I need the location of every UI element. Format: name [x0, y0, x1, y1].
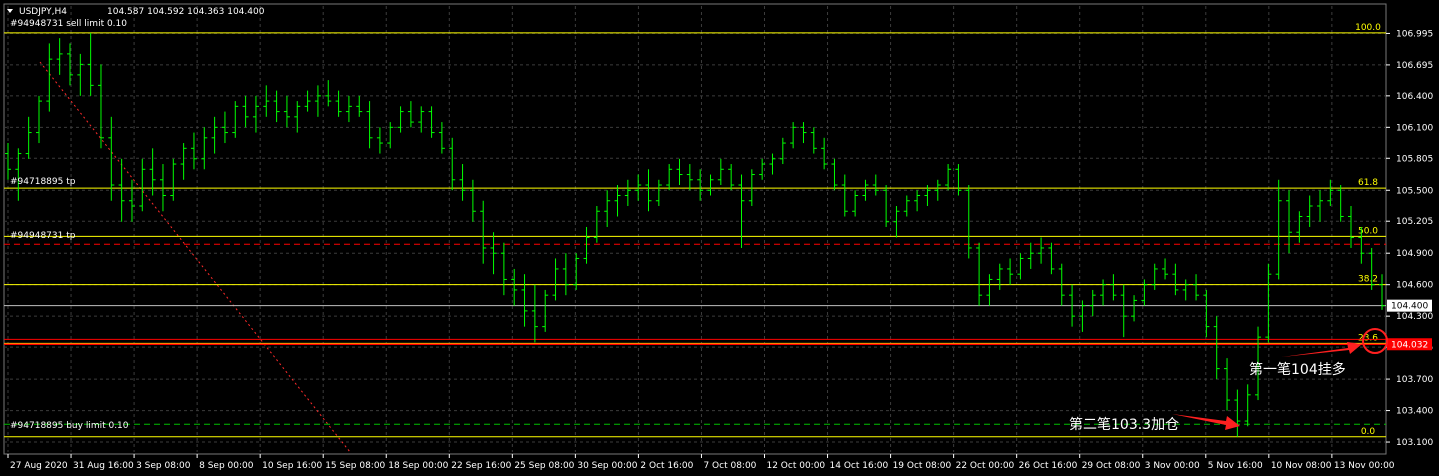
- x-tick-label: 5 Nov 16:00: [1208, 461, 1263, 471]
- ohlc-label: 104.587 104.592 104.363 104.400: [107, 7, 265, 17]
- x-tick-label: 26 Oct 16:00: [1019, 461, 1078, 471]
- x-tick-label: 10 Sep 16:00: [262, 461, 322, 471]
- x-tick-label: 25 Sep 08:00: [514, 461, 574, 471]
- y-tick-label: 106.695: [1396, 61, 1433, 71]
- x-tick-label: 3 Nov 00:00: [1145, 461, 1200, 471]
- x-tick-label: 13 Nov 00:00: [1334, 461, 1395, 471]
- fib-level-label: 23.6: [1358, 333, 1378, 343]
- fib-level-label: 61.8: [1358, 178, 1378, 188]
- pending-price-label: 104.032: [1391, 340, 1428, 350]
- x-tick-label: 31 Aug 16:00: [73, 461, 134, 471]
- fib-level-label: 0.0: [1361, 427, 1376, 437]
- x-tick-label: 18 Sep 00:00: [388, 461, 448, 471]
- x-tick-label: 10 Nov 08:00: [1271, 461, 1332, 471]
- x-tick-label: 14 Oct 16:00: [830, 461, 889, 471]
- x-tick-label: 30 Sep 00:00: [577, 461, 637, 471]
- y-tick-label: 105.500: [1396, 186, 1433, 196]
- x-tick-label: 19 Oct 08:00: [893, 461, 952, 471]
- y-tick-label: 104.300: [1396, 312, 1433, 322]
- x-tick-label: 8 Sep 00:00: [199, 461, 254, 471]
- fib-level-label: 100.0: [1355, 23, 1381, 33]
- x-tick-label: 12 Oct 00:00: [766, 461, 825, 471]
- current-price-label: 104.400: [1391, 302, 1428, 312]
- first-entry-annotation: 第一笔104挂多: [1249, 361, 1346, 378]
- x-tick-label: 29 Oct 08:00: [1082, 461, 1141, 471]
- price-chart[interactable]: 100.061.850.038.223.60.0 106.995106.6951…: [0, 0, 1439, 476]
- buy-limit-order-label: #94718895 buy limit 0.10: [10, 421, 129, 431]
- sell-limit-order-label: #94948731 sell limit 0.10: [10, 19, 127, 29]
- x-tick-label: 15 Sep 08:00: [325, 461, 385, 471]
- x-tick-label: 22 Oct 00:00: [956, 461, 1015, 471]
- x-tick-label: 2 Oct 16:00: [640, 461, 693, 471]
- y-tick-label: 105.805: [1396, 154, 1433, 164]
- y-tick-label: 106.995: [1396, 29, 1433, 39]
- second-entry-annotation: 第二笔103.3加仓: [1069, 416, 1179, 433]
- x-tick-label: 22 Sep 16:00: [451, 461, 511, 471]
- y-tick-label: 103.700: [1396, 375, 1433, 385]
- x-tick-label: 7 Oct 08:00: [703, 461, 756, 471]
- y-tick-label: 103.400: [1396, 407, 1433, 417]
- symbol-label: USDJPY,H4: [19, 7, 67, 17]
- fib-level-label: 38.2: [1358, 275, 1378, 285]
- y-tick-label: 104.600: [1396, 281, 1433, 291]
- y-tick-label: 103.100: [1396, 438, 1433, 448]
- chart-background: [0, 0, 1439, 476]
- x-tick-label: 3 Sep 08:00: [136, 461, 191, 471]
- y-tick-label: 105.205: [1396, 217, 1433, 227]
- y-tick-label: 106.400: [1396, 92, 1433, 102]
- x-tick-label: 27 Aug 2020: [10, 461, 68, 471]
- tp-order-label-2: #94948731 tp: [10, 231, 76, 241]
- y-tick-label: 104.900: [1396, 249, 1433, 259]
- y-tick-label: 106.100: [1396, 123, 1433, 133]
- tp-order-label-1: #94718895 tp: [10, 177, 76, 187]
